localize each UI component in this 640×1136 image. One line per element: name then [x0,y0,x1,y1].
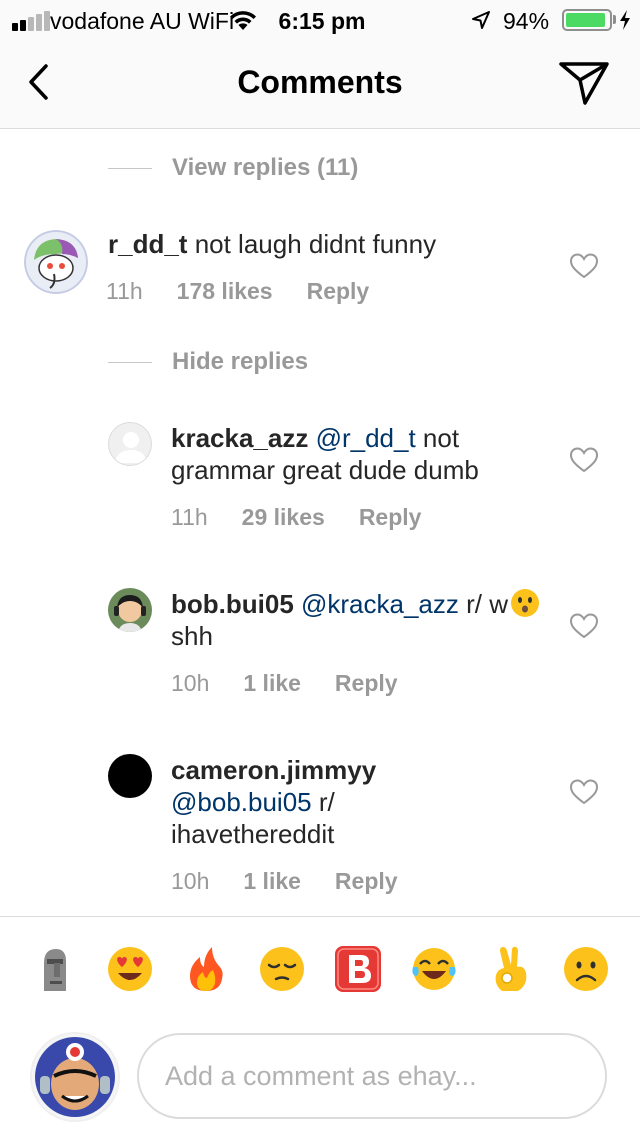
timestamp: 11h [171,504,208,530]
comment-input[interactable] [137,1033,607,1119]
comment-meta: 11h 29 likes Reply [171,504,421,531]
pensive-emoji[interactable] [258,945,306,993]
send-button[interactable] [558,60,610,106]
reply-button[interactable]: Reply [335,670,398,697]
comment-body: bob.bui05 @kracka_azz r/ w shh [171,588,551,652]
page-title: Comments [237,64,403,100]
username[interactable]: r_dd_t [108,229,187,259]
reply-button[interactable]: Reply [359,504,422,531]
reply-item: bob.bui05 @kracka_azz r/ w shh 10h 1 lik… [0,586,640,716]
like-heart-icon[interactable] [570,447,598,473]
emoji-quick-bar [0,916,640,1026]
divider [108,167,152,169]
status-bar: vodafone AU WiFi 6:15 pm 94% [0,0,640,42]
ok-hand-emoji[interactable] [486,945,534,993]
like-heart-icon[interactable] [570,779,598,805]
reply-button[interactable]: Reply [307,278,370,305]
battery-icon [562,9,612,31]
view-replies-label: View replies (11) [172,154,359,181]
mention-link[interactable]: @kracka_azz [294,589,459,619]
reply-item: cameron.jimmyy @bob.bui05 r/ ihavethered… [0,752,640,912]
comment-text-end: shh [171,621,213,651]
hushed-face-emoji [511,589,540,617]
fire-emoji[interactable] [182,945,230,993]
comment-meta: 10h 1 like Reply [171,868,398,895]
battery-cap [613,15,616,24]
likes-count[interactable]: 1 like [243,868,301,895]
frowning-emoji[interactable] [562,945,610,993]
avatar[interactable] [108,588,152,632]
b-button-emoji[interactable] [334,945,382,993]
reply-button[interactable]: Reply [335,868,398,895]
current-user-avatar [30,1032,120,1122]
like-heart-icon[interactable] [570,613,598,639]
avatar[interactable] [108,422,152,466]
mention-link[interactable]: @bob.bui05 [171,787,312,817]
comment-body: r_dd_t not laugh didnt funny [108,228,548,260]
location-arrow-icon [472,11,490,29]
charging-bolt-icon [620,10,630,30]
comment-meta: 10h 1 like Reply [171,670,398,697]
avatar[interactable] [24,230,88,294]
likes-count[interactable]: 1 like [243,670,301,697]
mention-link[interactable]: @r_dd_t [308,423,416,453]
timestamp: 10h [171,670,210,696]
nav-bar: Comments [0,42,640,129]
paper-plane-icon [559,62,609,105]
comments-list: View replies (11) r_dd_t not laugh didnt… [0,130,640,916]
heart-eyes-emoji[interactable] [106,945,154,993]
comment-body: kracka_azz @r_dd_t not grammar great dud… [171,422,551,486]
username[interactable]: bob.bui05 [171,589,294,619]
divider [108,361,152,363]
battery-percentage: 94% [503,8,550,34]
comment-item: r_dd_t not laugh didnt funny 11h 178 lik… [0,226,640,336]
username[interactable]: cameron.jimmyy [171,755,376,785]
avatar[interactable] [108,754,152,798]
likes-count[interactable]: 29 likes [242,504,325,531]
comment-body: cameron.jimmyy @bob.bui05 r/ ihavethered… [171,754,471,850]
timestamp: 11h [106,278,143,304]
likes-count[interactable]: 178 likes [177,278,273,305]
moai-emoji[interactable] [30,945,78,993]
comment-text: r/ w [458,589,509,619]
comment-meta: 11h 178 likes Reply [106,278,369,305]
comment-composer [0,1026,640,1136]
tears-of-joy-emoji[interactable] [410,945,458,993]
timestamp: 10h [171,868,210,894]
comment-text: not laugh didnt funny [187,229,437,259]
view-replies-button[interactable]: View replies (11) [108,154,358,182]
reply-item: kracka_azz @r_dd_t not grammar great dud… [0,420,640,550]
hide-replies-button[interactable]: Hide replies [108,348,308,376]
username[interactable]: kracka_azz [171,423,308,453]
like-heart-icon[interactable] [570,253,598,279]
hide-replies-label: Hide replies [172,348,309,375]
